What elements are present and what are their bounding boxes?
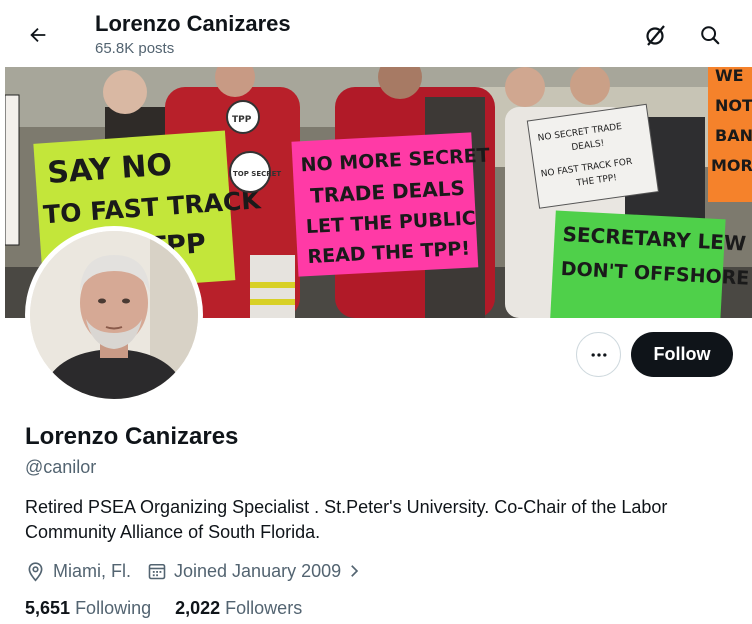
grok-icon — [646, 25, 665, 46]
profile-handle: @canilor — [25, 457, 97, 477]
sign-text-ban: BAN — [715, 126, 752, 145]
avatar-frame[interactable] — [25, 226, 203, 404]
avatar[interactable] — [30, 231, 198, 399]
grok-button[interactable] — [638, 17, 674, 53]
following-link[interactable]: 5,651 Following — [25, 598, 151, 619]
search-button[interactable] — [692, 17, 728, 53]
top-bar: Lorenzo Canizares 65.8K posts — [0, 0, 752, 66]
posts-count: 65.8K posts — [95, 40, 175, 57]
search-icon — [701, 26, 720, 45]
following-count: 5,651 — [25, 598, 71, 618]
joined-date-link[interactable]: Joined January 2009 — [147, 561, 363, 582]
followers-count: 2,022 — [175, 598, 221, 618]
sign-text-more: MORE — [711, 156, 752, 175]
followers-link[interactable]: 2,022 Followers — [175, 598, 302, 619]
followers-label: Followers — [225, 598, 303, 618]
follow-button[interactable]: Follow — [631, 332, 733, 377]
back-arrow-icon — [30, 27, 46, 43]
header-title-block: Lorenzo Canizares 65.8K posts — [95, 10, 291, 59]
more-options-button[interactable] — [576, 332, 621, 377]
back-button[interactable] — [20, 17, 56, 53]
chevron-right-icon — [351, 565, 359, 577]
follow-stats: 5,651 Following 2,022 Followers — [25, 598, 326, 619]
calendar-icon — [148, 563, 166, 580]
location-item: Miami, Fl. — [25, 561, 131, 582]
profile-meta-row: Miami, Fl. Joined January 2009 — [25, 558, 379, 584]
sign-text-not: NOT — [715, 96, 752, 115]
sign-text-tpp-badge: TPP — [232, 115, 252, 125]
location-pin-icon — [28, 561, 43, 581]
header-name: Lorenzo Canizares — [95, 11, 291, 36]
location-text: Miami, Fl. — [53, 560, 131, 581]
following-label: Following — [75, 598, 152, 618]
profile-bio: Retired PSEA Organizing Specialist . St.… — [25, 497, 668, 542]
avatar-image — [30, 231, 198, 399]
sign-text-top-secret: TOP SECRET — [233, 170, 281, 178]
joined-text: Joined January 2009 — [174, 560, 342, 581]
profile-display-name: Lorenzo Canizares — [25, 423, 239, 450]
sign-text-we: WE — [715, 67, 744, 85]
more-horizontal-icon — [591, 352, 606, 357]
